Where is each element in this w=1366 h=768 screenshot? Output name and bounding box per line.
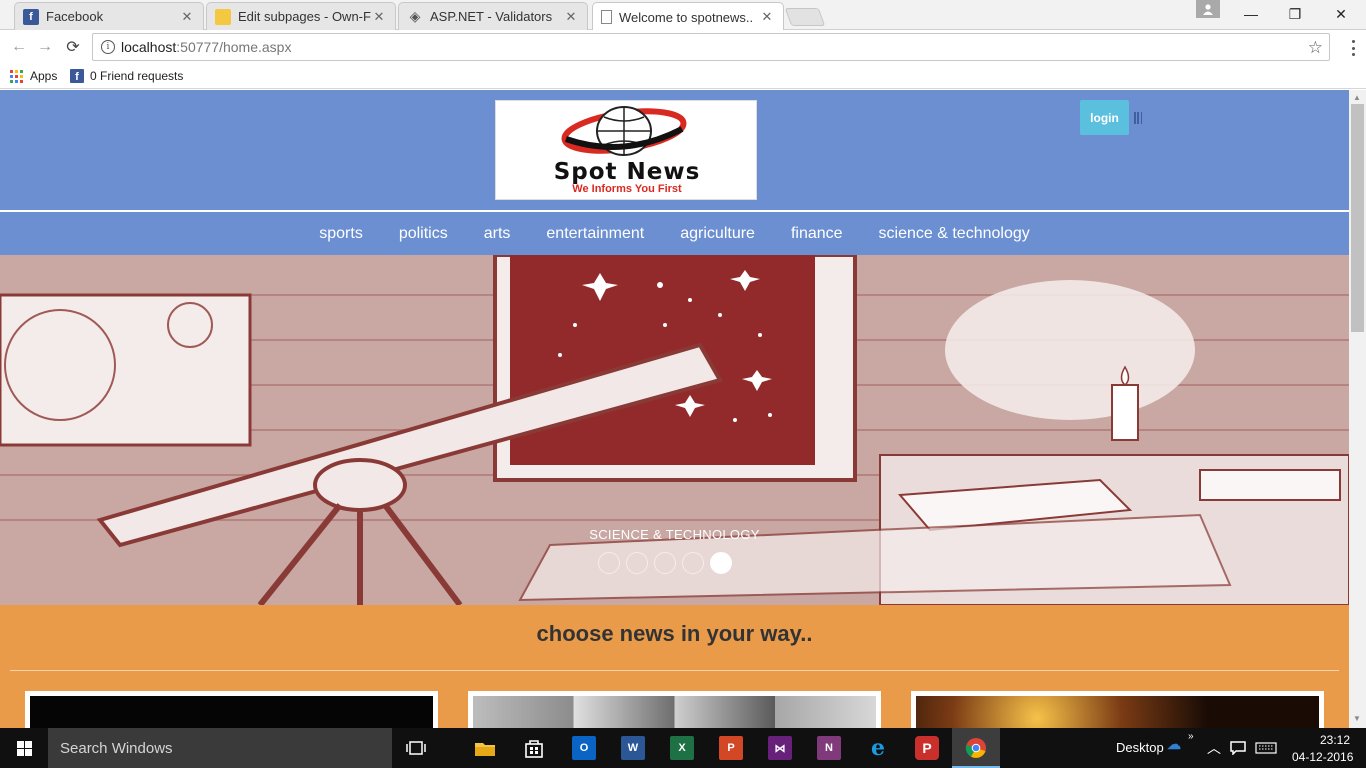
section-divider [10, 670, 1339, 671]
news-card-image [916, 696, 1319, 728]
pinterest-icon[interactable]: P [915, 736, 939, 760]
desktop-toolbar-label[interactable]: Desktop [1116, 740, 1164, 755]
section-title: choose news in your way.. [536, 621, 813, 646]
onedrive-icon[interactable]: ☁ [1164, 734, 1184, 754]
back-icon[interactable]: ← [8, 36, 30, 58]
tab-spotnews[interactable]: Welcome to spotnews.. ✕ [592, 2, 784, 31]
news-card-image [30, 696, 433, 728]
nav-sports[interactable]: sports [319, 225, 363, 243]
browser-toolbar: ← → ⟳ i localhost:50777/home.aspx ☆ [0, 30, 1366, 64]
tab-title: Edit subpages - Own-Fre [238, 9, 371, 24]
choose-news-section: choose news in your way.. [0, 605, 1349, 728]
store-icon[interactable] [522, 736, 546, 760]
page-scrollbar[interactable]: ▲ ▼ [1349, 90, 1366, 728]
carousel-indicator[interactable] [682, 552, 704, 574]
tab-title: Welcome to spotnews.. [619, 9, 754, 25]
news-card-2[interactable] [468, 691, 881, 728]
close-icon[interactable]: ✕ [371, 9, 387, 25]
edge-icon[interactable]: e [866, 735, 890, 761]
carousel-indicator-active[interactable] [710, 552, 732, 574]
close-icon[interactable]: ✕ [759, 9, 775, 25]
nav-finance[interactable]: finance [791, 225, 843, 243]
login-button[interactable]: login [1080, 100, 1129, 135]
close-icon[interactable]: ✕ [563, 9, 579, 25]
onenote-icon[interactable]: N [817, 736, 841, 760]
chrome-icon[interactable] [964, 736, 988, 760]
gear-icon: ◈ [409, 8, 421, 24]
scroll-down-icon[interactable]: ▼ [1353, 714, 1361, 723]
excel-icon[interactable]: X [670, 736, 694, 760]
tab-title: Facebook [46, 9, 104, 24]
minimize-button[interactable]: — [1228, 0, 1274, 28]
task-view-icon[interactable] [404, 736, 428, 760]
page-viewport: Spot News We Informs You First login spo… [0, 90, 1349, 728]
scroll-up-icon[interactable]: ▲ [1353, 93, 1361, 102]
word-icon[interactable]: W [621, 736, 645, 760]
chrome-menu-icon[interactable] [1346, 38, 1360, 58]
logo-tagline: We Informs You First [572, 183, 682, 195]
start-button[interactable] [0, 728, 48, 768]
bookmarks-bar: Apps f 0 Friend requests [0, 64, 1366, 89]
bookmark-friend-requests[interactable]: f 0 Friend requests [70, 68, 183, 84]
news-card-image [473, 696, 876, 728]
chevron-up-icon[interactable]: ︿ [1207, 738, 1221, 758]
restore-button[interactable]: ❐ [1272, 0, 1318, 28]
clock-time[interactable]: 23:12 [1320, 733, 1350, 747]
facebook-icon: f [23, 8, 39, 25]
tab-title: ASP.NET - Validators [430, 9, 553, 24]
close-window-button[interactable]: ✕ [1318, 0, 1364, 28]
forward-icon[interactable]: → [34, 36, 56, 58]
page-icon [601, 10, 612, 24]
scroll-thumb[interactable] [1351, 104, 1364, 332]
bookmark-label: 0 Friend requests [90, 69, 184, 83]
profile-icon[interactable] [1196, 0, 1220, 18]
taskbar: Search Windows O W X P ⋈ N e P Desktop ☁… [0, 728, 1366, 768]
keyboard-icon[interactable] [1254, 736, 1278, 760]
carousel-indicator[interactable] [654, 552, 676, 574]
close-icon[interactable]: ✕ [179, 9, 195, 25]
tab-aspnet-validators[interactable]: ◈ ASP.NET - Validators ✕ [398, 2, 588, 30]
file-explorer-icon[interactable] [473, 736, 497, 760]
nav-arts[interactable]: arts [484, 225, 511, 243]
nav-science-technology[interactable]: science & technology [879, 225, 1030, 243]
carousel-caption: SCIENCE & TECHNOLOGY [589, 527, 760, 542]
new-tab-button[interactable] [784, 8, 826, 26]
folder-icon [215, 8, 231, 25]
bookmark-apps[interactable]: Apps [10, 68, 57, 84]
tab-edit-subpages[interactable]: Edit subpages - Own-Fre ✕ [206, 2, 396, 30]
hero-carousel[interactable]: SCIENCE & TECHNOLOGY [0, 255, 1349, 605]
bookmark-label: Apps [30, 69, 58, 83]
carousel-indicator[interactable] [598, 552, 620, 574]
url-path: :50777/home.aspx [176, 39, 292, 55]
powerpoint-icon[interactable]: P [719, 736, 743, 760]
menu-toggle-icon[interactable] [1134, 112, 1142, 124]
nav-entertainment[interactable]: entertainment [546, 225, 644, 243]
outlook-icon[interactable]: O [572, 736, 596, 760]
site-header: Spot News We Informs You First login [0, 90, 1349, 210]
address-bar[interactable]: i localhost:50777/home.aspx ☆ [92, 33, 1330, 61]
nav-politics[interactable]: politics [399, 225, 448, 243]
apps-icon [10, 69, 23, 83]
windows-logo-icon [16, 740, 32, 756]
facebook-icon: f [70, 69, 84, 83]
message-icon[interactable] [1228, 736, 1248, 760]
url-host: localhost [121, 39, 177, 55]
carousel-indicators [598, 552, 738, 574]
news-card-1[interactable] [25, 691, 438, 728]
taskbar-search[interactable]: Search Windows [48, 728, 392, 768]
nav-agriculture[interactable]: agriculture [680, 225, 755, 243]
site-logo[interactable]: Spot News We Informs You First [495, 100, 757, 200]
clock-date[interactable]: 04-12-2016 [1292, 750, 1353, 764]
category-nav: sports politics arts entertainment agric… [0, 210, 1349, 255]
reload-icon[interactable]: ⟳ [62, 36, 84, 58]
visual-studio-icon[interactable]: ⋈ [768, 736, 792, 760]
logo-name: Spot News [553, 159, 701, 185]
carousel-indicator[interactable] [626, 552, 648, 574]
chevron-right-icon[interactable]: » [1188, 731, 1194, 742]
info-icon[interactable]: i [101, 40, 115, 54]
news-card-3[interactable] [911, 691, 1324, 728]
bookmark-star-icon[interactable]: ☆ [1308, 38, 1323, 58]
tab-facebook[interactable]: f Facebook ✕ [14, 2, 204, 30]
tab-strip: f Facebook ✕ Edit subpages - Own-Fre ✕ ◈… [0, 0, 1366, 31]
